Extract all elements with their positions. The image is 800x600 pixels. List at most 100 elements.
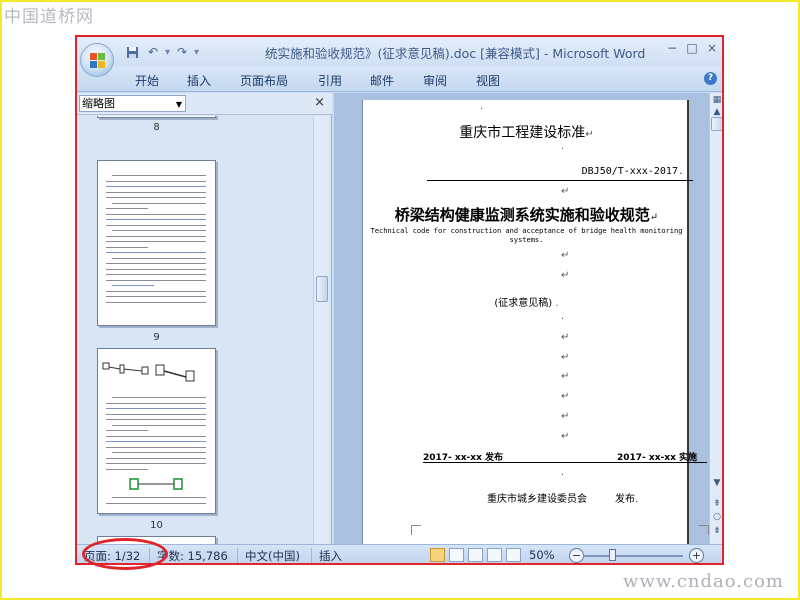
thumbnail-text-line [106,457,206,459]
thumbnail-page-10[interactable] [97,348,216,514]
draft-view-icon[interactable] [506,548,521,562]
chevron-down-icon: ▼ [175,100,182,109]
header-rule [427,180,693,181]
close-button[interactable]: × [706,41,718,55]
thumbnail-label-8: 8 [153,122,160,133]
thumbnail-label-10: 10 [150,520,163,531]
tab-view[interactable]: 视图 [476,72,500,89]
doc-draft-label: (征求意见稿) . [494,298,559,309]
thumbnail-text-line [106,246,148,248]
thumbnail-page-9[interactable] [97,160,216,326]
thumbnail-text-line [112,202,206,204]
help-icon[interactable]: ? [704,72,717,85]
thumbnail-text-line [112,175,206,177]
previous-page-icon[interactable]: ⇞ [711,498,722,510]
zoom-level[interactable]: 50% [529,548,555,562]
thumbnail-text-line [106,224,206,226]
doc-subtitle-en-line1: Technical code for construction and acce… [370,227,683,235]
tab-review[interactable]: 审阅 [423,72,447,89]
tab-home[interactable]: 开始 [135,72,159,89]
scroll-down-button[interactable]: ▼ [711,477,722,489]
thumbnail-text-line [106,463,206,465]
thumbnail-text-line [112,397,206,399]
next-page-icon[interactable]: ⇟ [711,525,722,537]
office-logo-icon [90,53,106,69]
minimize-button[interactable]: − [666,41,678,55]
pane-close-button[interactable]: × [314,95,325,110]
thumbnail-text-line [106,408,206,410]
word-window: ↶ ▾ ↷ ▾ 统实施和验收规范》(征求意见稿).doc [兼容模式] - Mi… [75,35,724,565]
zoom-in-button[interactable]: + [689,548,704,563]
pane-view-select[interactable]: 缩略图 ▼ [79,95,186,112]
date-rule [423,462,707,463]
redo-icon: ↷ [177,45,188,59]
tab-page-layout[interactable]: 页面布局 [240,72,288,89]
web-layout-icon[interactable] [468,548,483,562]
print-layout-view-icon[interactable] [430,548,445,562]
paragraph-mark: ↵ [561,270,570,281]
zoom-out-button[interactable]: − [569,548,584,563]
pane-scrollbar[interactable] [313,116,329,544]
paragraph-mark: ↵ [561,411,570,422]
thumbnail-text-line [106,419,206,421]
window-controls: − □ × [666,41,718,55]
paragraph-mark: ↵ [561,431,570,442]
tab-mailings[interactable]: 邮件 [370,72,394,89]
doc-issuer-action: 发布. [615,494,639,505]
paragraph-mark: ↵ [561,391,570,402]
thumbnail-text-line [106,213,206,215]
save-icon [126,46,138,58]
quick-access-toolbar: ↶ ▾ ↷ ▾ [123,43,199,61]
thumbnail-text-line [106,208,148,210]
highlight-ellipse [82,538,168,570]
full-screen-reading-icon[interactable] [449,548,464,562]
document-scrollbar[interactable]: ▦ ▲ ▼ ⇞ ○ ⇟ [709,93,722,544]
paragraph-mark: ↵ [561,352,570,363]
tab-insert[interactable]: 插入 [187,72,211,89]
thumbnail-label-9: 9 [153,332,160,343]
tab-references[interactable]: 引用 [318,72,342,89]
ruler-toggle-icon[interactable]: ▦ [711,94,722,106]
thumbnail-text-line [106,441,206,443]
pane-scroll-thumb[interactable] [316,276,328,302]
margin-corner-right [699,525,709,535]
maximize-button[interactable]: □ [686,41,698,55]
status-insert-mode[interactable]: 插入 [319,548,342,563]
thumbnail-text-line [112,452,206,454]
zoom-slider-track[interactable] [583,555,683,557]
status-language[interactable]: 中文(中国) [245,548,300,563]
doc-subtitle-en-line2: systems. [509,236,544,244]
status-bar: 页面: 1/32 字数: 15,786 中文(中国) 插入 50% − + [77,544,722,563]
zoom-slider-handle[interactable] [609,549,616,561]
paragraph-mark: · [561,144,565,155]
customize-qat-icon[interactable]: ▾ [194,47,199,58]
document-area: · 重庆市工程建设标准↵ · DBJ50/T-xxx-2017. ↵ 桥梁结构健… [334,93,709,544]
document-page[interactable]: · 重庆市工程建设标准↵ · DBJ50/T-xxx-2017. ↵ 桥梁结构健… [362,100,709,544]
redo-button[interactable]: ↷ [173,44,191,61]
thumbnail-text-line [112,230,206,232]
paragraph-mark: · [561,314,565,325]
thumbnail-text-line [106,402,206,404]
document-scroll-thumb[interactable] [711,117,722,131]
thumbnail-text-line [106,252,206,254]
paragraph-mark: · [561,470,565,481]
undo-button[interactable]: ↶ [144,44,162,61]
thumbnail-text-line [106,468,148,470]
status-separator [237,548,238,563]
thumbnail-text-line [106,279,206,281]
thumbnail-pane: 缩略图 ▼ × 8 9 10 [77,93,332,544]
undo-dropdown[interactable]: ▾ [165,47,170,58]
thumbnail-text-line [106,241,206,243]
save-button[interactable] [123,44,141,61]
select-browse-object-icon[interactable]: ○ [711,511,722,523]
doc-header-title: 重庆市工程建设标准↵ [459,125,594,141]
office-button[interactable] [80,43,114,77]
paragraph-mark: · [480,104,484,115]
title-bar: ↶ ▾ ↷ ▾ 统实施和验收规范》(征求意见稿).doc [兼容模式] - Mi… [77,37,722,66]
thumbnail-text-line [112,285,154,287]
outline-view-icon[interactable] [487,548,502,562]
thumbnail-text-line [106,191,206,193]
thumbnail-page-8[interactable] [97,116,216,118]
thumbnail-text-line [106,263,206,265]
thumbnail-text-line [112,497,206,499]
